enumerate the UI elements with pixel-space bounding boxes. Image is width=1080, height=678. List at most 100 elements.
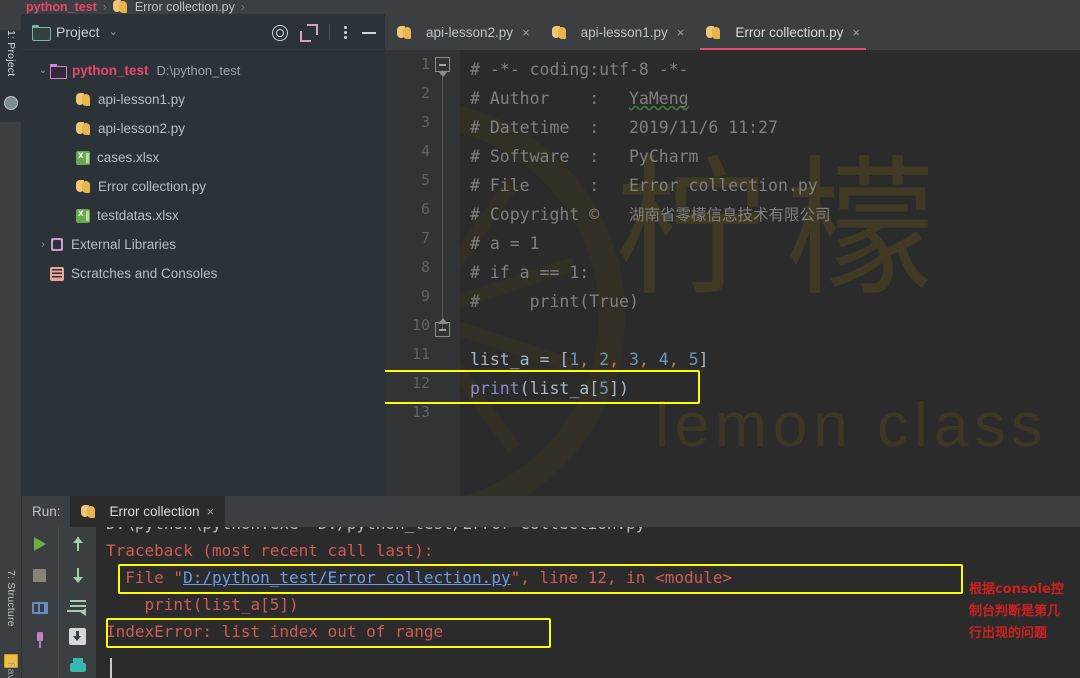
code-line-6-label: # Copyright ©: [470, 205, 629, 224]
sidebar-tab-favorites[interactable]: Favorites: [0, 662, 22, 678]
pin-icon[interactable]: [31, 631, 49, 649]
editor-gutter[interactable]: 12345678910111213: [385, 50, 460, 496]
project-panel-header: Project ⌄: [22, 14, 385, 50]
tree-item-label: api-lesson1.py: [98, 92, 185, 107]
target-icon[interactable]: [271, 24, 287, 40]
run-panel: Run: Error collection × D: [22, 496, 1080, 678]
run-tab-label: Error collection: [110, 504, 200, 519]
run-panel-body: D:\python\python.exe D:/python_test/Erro…: [22, 527, 1080, 678]
scroll-to-end-icon[interactable]: [69, 628, 86, 645]
code-line-6-value: 湖南省零檬信息技术有限公司: [629, 206, 831, 224]
editor-tab-label: api-lesson1.py: [581, 25, 668, 40]
editor-tab-label: Error collection.py: [735, 25, 843, 40]
editor-area: api-lesson2.py×api-lesson1.py×Error coll…: [385, 14, 1080, 496]
tree-item-external-libraries[interactable]: ›External Libraries: [22, 230, 385, 259]
editor-tab-api-lesson2-py[interactable]: api-lesson2.py ×: [385, 14, 540, 50]
tree-item-label: testdatas.xlsx: [97, 208, 179, 223]
code-line-5-label: # File :: [470, 176, 629, 195]
tree-item-api-lesson2-py[interactable]: api-lesson2.py: [22, 114, 385, 143]
fold-end-icon[interactable]: [435, 322, 450, 337]
python-file-icon: [81, 504, 96, 519]
code-content[interactable]: # -*- coding:utf-8 -*- # Author : YaMeng…: [470, 50, 1080, 496]
breadcrumb-project[interactable]: python_test: [26, 1, 97, 14]
tree-item-scratches-and-consoles[interactable]: Scratches and Consoles: [22, 259, 385, 288]
chevron-down-icon[interactable]: ⌄: [109, 25, 118, 38]
breadcrumb-separator-1: ›: [103, 1, 107, 14]
code-viewport[interactable]: 柠 檬 lemon class 12345678910111213 # -*- …: [385, 50, 1080, 496]
stop-icon[interactable]: [31, 567, 49, 585]
close-icon[interactable]: ×: [677, 25, 685, 40]
tree-item-label: api-lesson2.py: [98, 121, 185, 136]
python-console-icon[interactable]: [4, 96, 18, 110]
project-panel-title: Project: [56, 24, 100, 40]
code-list-number: 3: [629, 350, 639, 369]
editor-tab-bar: api-lesson2.py×api-lesson1.py×Error coll…: [385, 14, 1080, 50]
code-highlight-box: [385, 370, 700, 404]
tree-item-label: python_test: [72, 63, 149, 78]
run-panel-header: Run: Error collection ×: [22, 496, 1080, 527]
close-icon[interactable]: ×: [522, 25, 530, 40]
python-file-icon: [706, 25, 721, 40]
code-list-number: 1: [569, 350, 579, 369]
layout-icon[interactable]: [31, 599, 49, 617]
code-comma: ,: [639, 350, 659, 369]
code-comma: ,: [579, 350, 599, 369]
editor-tab-error-collection-py[interactable]: Error collection.py ×: [694, 14, 870, 50]
sidebar-tab-structure[interactable]: 7: Structure: [0, 570, 22, 656]
breadcrumb-file[interactable]: Error collection.py: [135, 1, 235, 14]
print-icon[interactable]: [69, 658, 87, 676]
editor-tab-label: api-lesson2.py: [426, 25, 513, 40]
line-number: 3: [421, 113, 430, 131]
code-line-3-value: 2019/11/6 11:27: [629, 118, 778, 137]
close-icon[interactable]: ×: [852, 25, 860, 40]
tree-item-python-test[interactable]: ⌄ python_test D:\python_test: [22, 56, 385, 85]
project-panel: Project ⌄ ⌄ python_test D:\python_test api-…: [22, 14, 385, 496]
excel-file-icon: [76, 151, 90, 165]
down-icon[interactable]: [69, 566, 87, 584]
tree-item-label: Error collection.py: [98, 179, 206, 194]
tree-item-testdatas-xlsx[interactable]: testdatas.xlsx: [22, 201, 385, 230]
excel-file-icon: [76, 209, 90, 223]
code-line-4-label: # Software :: [470, 147, 629, 166]
python-file-icon: [397, 25, 412, 40]
console-code-line: print(list_a[5]): [106, 595, 299, 614]
line-number: 4: [421, 142, 430, 160]
tree-item-path: D:\python_test: [157, 63, 241, 78]
code-bracket-open: [: [559, 350, 569, 369]
run-tab-error-collection[interactable]: Error collection ×: [70, 496, 226, 527]
code-list-number: 4: [659, 350, 669, 369]
tree-item-cases-xlsx[interactable]: cases.xlsx: [22, 143, 385, 172]
console-highlight-error: [106, 618, 551, 648]
tree-item-api-lesson1-py[interactable]: api-lesson1.py: [22, 85, 385, 114]
close-icon[interactable]: ×: [207, 504, 215, 519]
python-file-icon: [76, 179, 91, 194]
soft-wrap-icon[interactable]: [69, 597, 87, 615]
line-number: 10: [412, 316, 430, 334]
disclosure-arrow-icon[interactable]: ⌄: [36, 65, 50, 76]
console-output[interactable]: D:\python\python.exe D:/python_test/Erro…: [96, 527, 1080, 678]
up-icon[interactable]: [69, 535, 87, 553]
code-line-7: # a = 1: [470, 234, 540, 253]
run-icon[interactable]: [31, 535, 49, 553]
kebab-menu-icon[interactable]: [343, 24, 348, 40]
collapse-all-icon[interactable]: [300, 24, 316, 40]
python-file-icon: [552, 25, 567, 40]
annotation-line-2: 制台判断是第几: [969, 601, 1074, 623]
scratches-icon: [50, 267, 64, 281]
disclosure-arrow-icon[interactable]: ›: [36, 239, 50, 250]
fold-collapse-icon[interactable]: [435, 57, 450, 72]
line-number: 11: [412, 345, 430, 363]
python-file-icon: [76, 92, 91, 107]
tree-item-label: Scratches and Consoles: [71, 266, 217, 281]
editor-tab-api-lesson1-py[interactable]: api-lesson1.py ×: [540, 14, 695, 50]
tree-item-label: cases.xlsx: [97, 150, 159, 165]
tree-item-error-collection-py[interactable]: Error collection.py: [22, 172, 385, 201]
code-comma: ,: [609, 350, 629, 369]
python-file-icon: [76, 121, 91, 136]
minimize-icon[interactable]: [361, 24, 377, 40]
python-file-icon: [113, 0, 128, 14]
breadcrumb: python_test › Error collection.py ›: [0, 0, 1080, 14]
console-caret: [110, 658, 112, 678]
run-toolbar-secondary: [58, 527, 96, 678]
annotation-line-1: 根据console控: [969, 579, 1074, 601]
